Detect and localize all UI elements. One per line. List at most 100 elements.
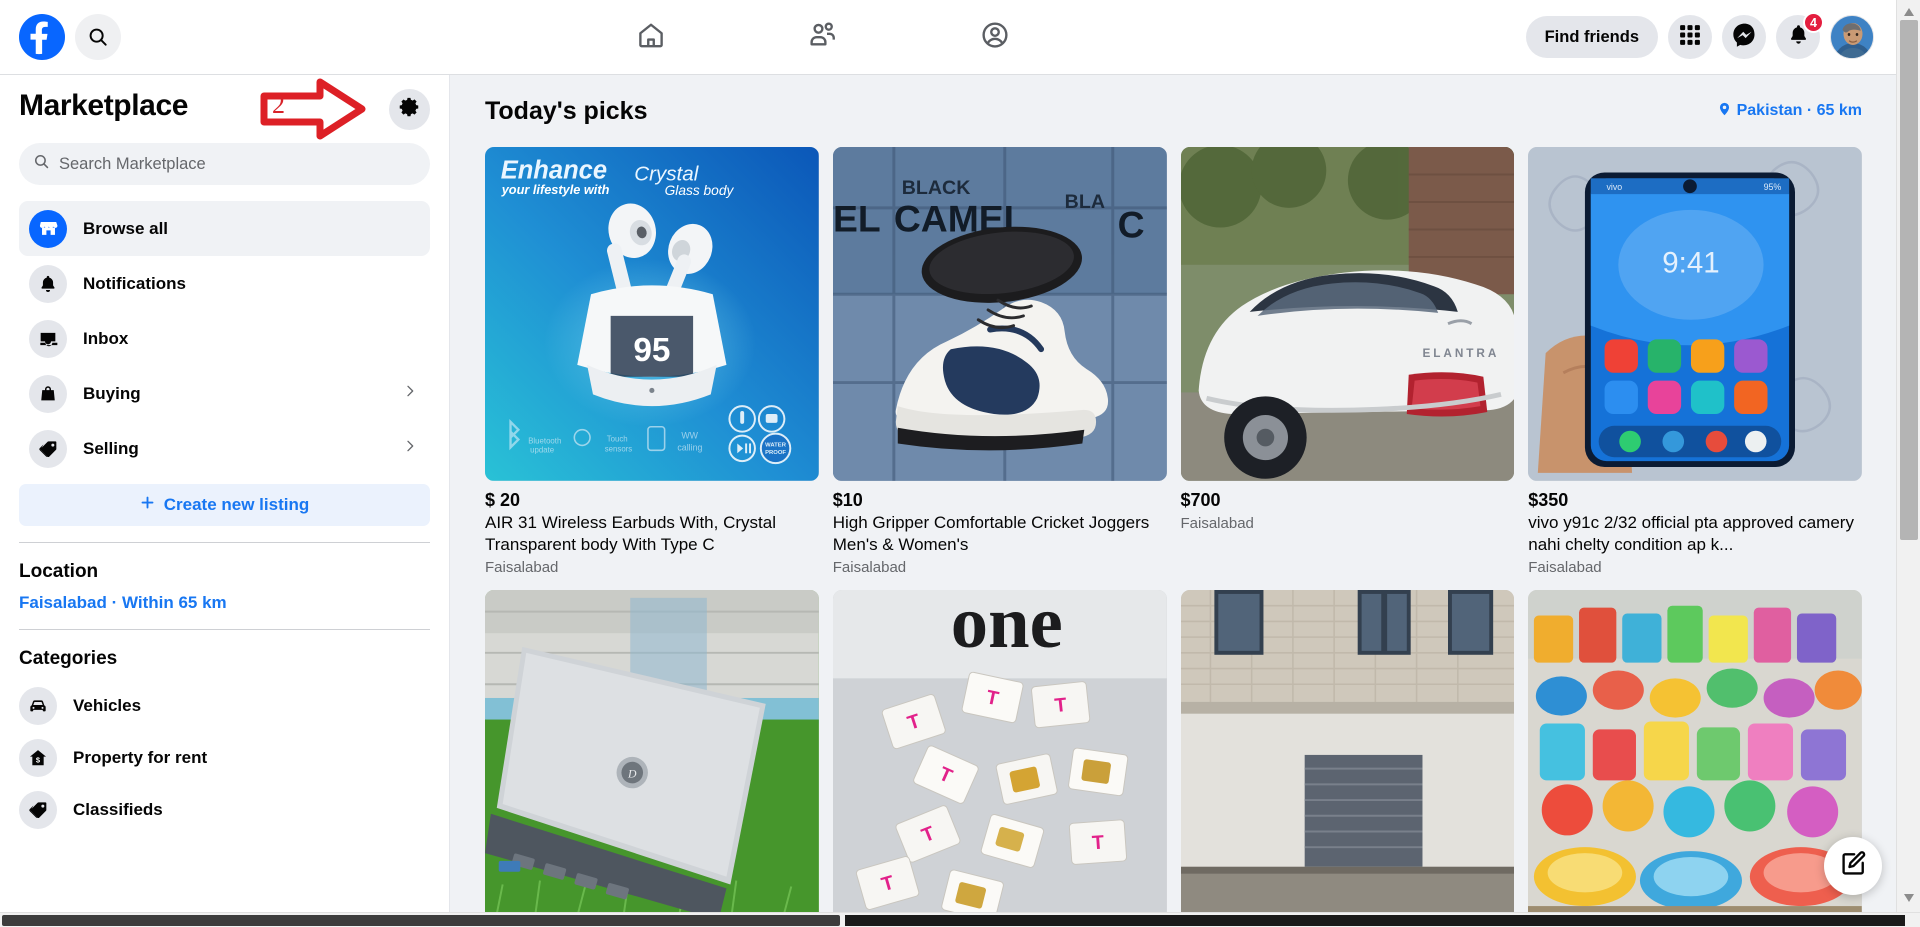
listing-location: Faisalabad	[832, 559, 907, 577]
sidebar-item-label: Selling	[83, 438, 139, 458]
topbar-right-group: Find friends 4	[1525, 12, 1896, 59]
listing-location: Faisalabad	[1528, 559, 1602, 577]
sidebar-item-notifications[interactable]: Notifications	[19, 256, 430, 311]
listing-card[interactable]: BLACK CAMEL BLA EL C $10 High Gripper Co…	[832, 147, 1167, 577]
house-dollar-icon: $	[19, 739, 57, 777]
sidebar-item-buying[interactable]: Buying	[19, 366, 430, 421]
sidebar-item-label: Browse all	[83, 218, 169, 238]
categories-heading: Categories	[19, 648, 118, 669]
top-navigation-bar: Find friends 4	[0, 0, 1896, 75]
listings-grid: Enhance your lifestyle with Crystal Glas…	[485, 147, 1862, 927]
svg-text:Crystal: Crystal	[634, 162, 700, 185]
avatar[interactable]	[1830, 15, 1874, 59]
sidebar-item-label: Buying	[83, 383, 141, 403]
location-filter-button[interactable]: Pakistan · 65 km	[1717, 100, 1862, 123]
listing-card[interactable]: Enhance your lifestyle with Crystal Glas…	[485, 147, 819, 576]
sidebar-nav-list: Browse all Notifications Inbox Buying Se…	[19, 201, 430, 476]
vertical-scrollbar[interactable]	[1896, 0, 1920, 912]
sidebar-categories-list: Vehicles $ Property for rent Classifieds	[19, 680, 430, 836]
sidebar-header: Marketplace	[19, 75, 430, 137]
svg-text:D: D	[627, 768, 637, 781]
listing-price: $10	[832, 489, 863, 510]
svg-text:9:41: 9:41	[1663, 247, 1720, 280]
listing-image-dell-laptop[interactable]: D	[485, 590, 819, 924]
find-friends-label: Find friends	[1544, 27, 1639, 46]
listing-card[interactable]: one T T T T T T T	[832, 590, 1167, 927]
bell-icon	[29, 264, 67, 303]
svg-text:95%: 95%	[1764, 182, 1782, 192]
listing-card[interactable]: ELANTRA $700 Faisalabad	[1180, 147, 1515, 576]
listing-image-cricket-shoe[interactable]: BLACK CAMEL BLA EL C	[832, 147, 1167, 481]
marketplace-settings-button[interactable]	[389, 89, 430, 130]
svg-text:WW: WW	[681, 431, 698, 441]
todays-picks-heading: Today's picks	[485, 96, 648, 125]
price-tag-icon	[29, 429, 67, 468]
location-heading: Location	[19, 561, 99, 582]
sidebar-item-label: Inbox	[83, 328, 129, 348]
sidebar-item-property-for-rent[interactable]: $ Property for rent	[19, 732, 430, 784]
listing-image-sim-cards[interactable]: one T T T T T T T	[832, 590, 1167, 924]
divider	[19, 542, 430, 543]
location-filter-label: Pakistan · 65 km	[1736, 102, 1862, 119]
svg-text:BLACK: BLACK	[901, 177, 970, 199]
nav-friends-tab[interactable]	[792, 9, 854, 65]
divider	[19, 629, 430, 630]
notifications-badge: 4	[1803, 12, 1824, 33]
listing-card[interactable]: D	[485, 590, 819, 927]
nav-home-tab[interactable]	[620, 9, 682, 65]
messenger-button[interactable]	[1722, 15, 1766, 59]
horizontal-scrollbar[interactable]	[0, 912, 1920, 927]
scroll-down-arrow-icon[interactable]	[1903, 890, 1915, 908]
find-friends-button[interactable]: Find friends	[1525, 16, 1658, 58]
svg-text:Glass body: Glass body	[665, 183, 735, 198]
location-filter-link[interactable]: Faisalabad · Within 65 km	[19, 593, 430, 613]
listing-card[interactable]	[1180, 590, 1515, 927]
sidebar-item-selling[interactable]: Selling	[19, 421, 430, 476]
car-icon	[19, 687, 57, 725]
listing-name: AIR 31 Wireless Earbuds With, Crystal Tr…	[485, 512, 776, 554]
listing-image-white-car[interactable]: ELANTRA	[1180, 147, 1515, 481]
svg-text:Enhance: Enhance	[501, 156, 607, 184]
facebook-logo-icon[interactable]	[19, 14, 65, 60]
listing-price: $350	[1528, 489, 1569, 510]
horizontal-scrollbar-thumb[interactable]	[2, 915, 840, 926]
listing-card[interactable]: vivo 95% 9:41 $350 vivo y91c 2/32 offici…	[1528, 147, 1862, 576]
vertical-scrollbar-thumb[interactable]	[1900, 20, 1918, 540]
topbar-search-button[interactable]	[75, 14, 121, 60]
compose-listing-fab[interactable]	[1824, 837, 1882, 895]
svg-text:vivo: vivo	[1607, 182, 1623, 192]
create-new-listing-button[interactable]: Create new listing	[19, 484, 430, 526]
sidebar-item-label: Vehicles	[73, 696, 142, 715]
horizontal-scrollbar-track[interactable]	[845, 915, 1905, 926]
svg-text:WATER: WATER	[765, 442, 787, 448]
listing-location: Faisalabad	[1180, 514, 1254, 532]
listing-image-house-building[interactable]	[1180, 590, 1515, 924]
sidebar-item-vehicles[interactable]: Vehicles	[19, 680, 430, 732]
gear-icon	[399, 96, 421, 123]
create-new-listing-label: Create new listing	[163, 495, 310, 514]
sidebar-item-label: Classifieds	[73, 800, 163, 819]
marketplace-page: Find friends 4 Marketplace Search Market…	[0, 0, 1920, 927]
listing-card[interactable]	[1528, 590, 1862, 927]
listing-image-earbuds-promo[interactable]: Enhance your lifestyle with Crystal Glas…	[485, 147, 819, 481]
sidebar-item-inbox[interactable]: Inbox	[19, 311, 430, 366]
svg-text:EL: EL	[833, 197, 881, 239]
svg-text:T: T	[1053, 694, 1067, 717]
listing-image-smartphone-in-hand[interactable]: vivo 95% 9:41	[1528, 147, 1862, 481]
apps-menu-button[interactable]	[1668, 15, 1712, 59]
nav-profile-tab[interactable]	[964, 9, 1026, 65]
notifications-button[interactable]: 4	[1776, 12, 1824, 59]
svg-text:C: C	[1117, 203, 1144, 245]
main-header: Today's picks Pakistan · 65 km	[485, 75, 1862, 147]
listing-image-plastic-kitchenware[interactable]	[1528, 590, 1862, 924]
search-input[interactable]: Search Marketplace	[19, 143, 430, 185]
svg-text:Bluetooth: Bluetooth	[528, 436, 561, 445]
compose-listing-icon	[1840, 850, 1867, 882]
topbar-nav-group	[121, 9, 1526, 65]
home-icon	[636, 20, 666, 55]
sidebar-item-classifieds[interactable]: Classifieds	[19, 784, 430, 836]
svg-text:calling: calling	[677, 442, 702, 452]
sidebar-item-browse-all[interactable]: Browse all	[19, 201, 430, 256]
svg-text:sensors: sensors	[605, 444, 633, 453]
inbox-icon	[29, 319, 67, 358]
